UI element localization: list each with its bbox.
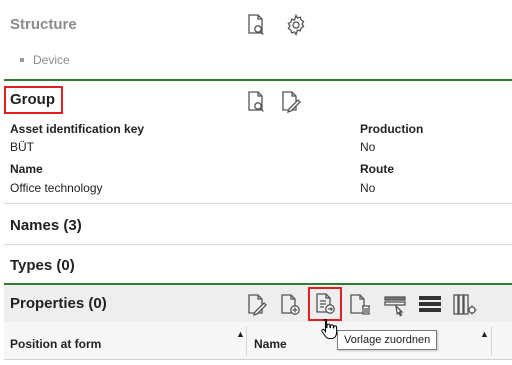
hand-cursor-icon bbox=[319, 318, 339, 340]
asset-key-label: Asset identification key bbox=[10, 122, 145, 136]
section-divider bbox=[4, 203, 512, 204]
name-value: Office technology bbox=[10, 181, 103, 195]
structure-title: Structure bbox=[10, 16, 77, 33]
column-divider[interactable] bbox=[246, 326, 247, 356]
gear-icon[interactable] bbox=[283, 12, 309, 38]
group-title: Group bbox=[10, 91, 55, 108]
names-title[interactable]: Names (3) bbox=[10, 217, 82, 234]
properties-title: Properties (0) bbox=[10, 295, 107, 312]
column-header-position[interactable]: Position at form bbox=[10, 337, 101, 351]
sort-ascending-icon[interactable]: ▲ bbox=[236, 329, 245, 339]
route-value: No bbox=[360, 181, 376, 195]
route-label: Route bbox=[360, 162, 394, 176]
document-search-icon[interactable] bbox=[243, 12, 269, 38]
document-search-icon[interactable] bbox=[243, 89, 269, 115]
section-divider bbox=[4, 244, 512, 245]
column-settings-icon[interactable] bbox=[452, 292, 478, 318]
section-divider bbox=[4, 79, 512, 81]
sort-ascending-icon[interactable]: ▲ bbox=[480, 329, 489, 339]
column-header-name[interactable]: Name bbox=[254, 337, 287, 351]
document-add-icon[interactable] bbox=[277, 292, 303, 318]
list-rows-icon[interactable] bbox=[417, 292, 443, 318]
production-label: Production bbox=[360, 122, 424, 136]
asset-key-value: BÜT bbox=[10, 140, 34, 154]
name-label: Name bbox=[10, 162, 43, 176]
production-value: No bbox=[360, 140, 376, 154]
document-delete-icon[interactable] bbox=[347, 292, 373, 318]
document-edit-icon[interactable] bbox=[243, 292, 269, 318]
assign-template-icon[interactable] bbox=[312, 291, 338, 317]
types-title[interactable]: Types (0) bbox=[10, 257, 75, 274]
structure-item-device[interactable]: Device bbox=[20, 53, 70, 67]
column-divider[interactable] bbox=[491, 326, 492, 356]
document-edit-icon[interactable] bbox=[277, 89, 303, 115]
tooltip: Vorlage zuordnen bbox=[337, 330, 438, 350]
select-row-icon[interactable] bbox=[382, 292, 408, 318]
